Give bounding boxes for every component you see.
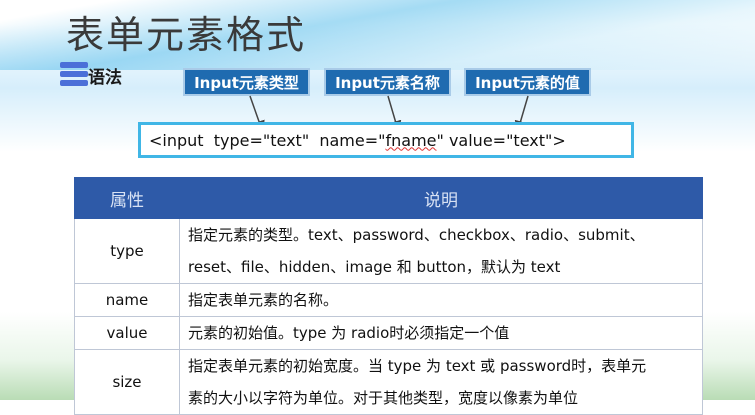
row-description-line: reset、file、hidden、image 和 button，默认为 tex… [188, 258, 561, 276]
row-property: type [74, 218, 180, 284]
row-description: 指定元素的类型。text、password、checkbox、radio、sub… [179, 218, 703, 284]
row-description: 指定表单元素的初始宽度。当 type 为 text 或 password时，表单… [179, 349, 703, 415]
row-property: value [74, 316, 180, 350]
row-property: size [74, 349, 180, 415]
table-row: value 元素的初始值。type 为 radio时必须指定一个值 [74, 316, 703, 350]
code-part-fname: fname [385, 130, 437, 150]
row-description-line: 指定元素的类型。text、password、checkbox、radio、sub… [188, 226, 645, 244]
table-row: name 指定表单元素的名称。 [74, 283, 703, 317]
table-row: type 指定元素的类型。text、password、checkbox、radi… [74, 218, 703, 284]
attributes-table: 属性 说明 type 指定元素的类型。text、password、checkbo… [74, 177, 703, 415]
header-property: 属性 [74, 177, 180, 219]
row-description-line: 素的大小以字符为单位。对于其他类型，宽度以像素为单位 [188, 389, 579, 407]
row-description: 元素的初始值。type 为 radio时必须指定一个值 [179, 316, 703, 350]
header-description: 说明 [179, 177, 703, 219]
row-description: 指定表单元素的名称。 [179, 283, 703, 317]
code-part-3: " value="text"> [436, 130, 566, 150]
row-description-line: 指定表单元素的初始宽度。当 type 为 text 或 password时，表单… [188, 357, 647, 375]
code-example: <input type="text" name=" fname " value="t… [138, 122, 634, 158]
table-row: size 指定表单元素的初始宽度。当 type 为 text 或 passwor… [74, 349, 703, 415]
row-property: name [74, 283, 180, 317]
table-header-row: 属性 说明 [74, 177, 703, 219]
code-part-1: <input type="text" name=" [149, 130, 386, 150]
